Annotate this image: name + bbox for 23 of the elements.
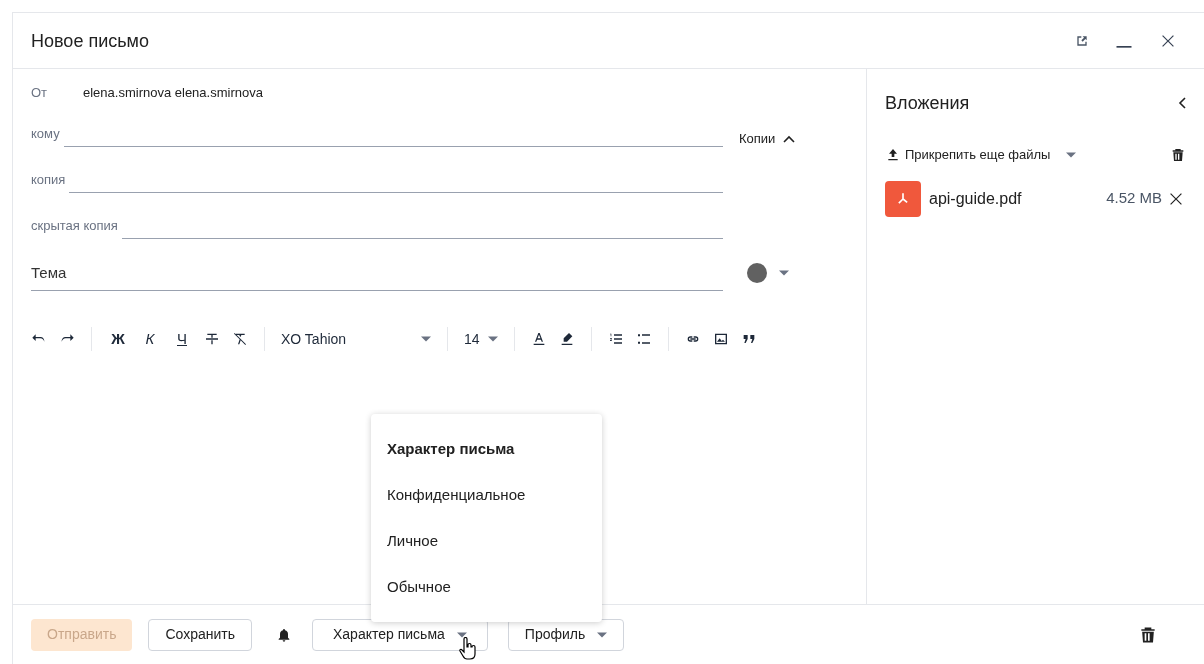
attach-files-button[interactable]: Прикрепить еще файлы: [885, 145, 1170, 165]
window-title: Новое письмо: [31, 29, 150, 53]
attachments-title: Вложения: [885, 92, 970, 115]
file-size: 4.52 MB: [1106, 188, 1162, 209]
profile-button[interactable]: Профиль: [507, 618, 625, 651]
recipient-label: кому: [31, 124, 60, 143]
menu-item[interactable]: Конфиденциальное: [371, 472, 602, 518]
size-select[interactable]: 14: [464, 328, 498, 350]
font-select[interactable]: XO Tahion: [281, 328, 431, 350]
menu-item[interactable]: Обычное: [371, 564, 602, 610]
from-label: От: [31, 84, 49, 103]
subject-field[interactable]: Тема: [31, 255, 723, 291]
italic-button[interactable]: К: [140, 327, 160, 351]
bold-button[interactable]: Ж: [108, 327, 128, 351]
recipient-label: копия: [31, 170, 66, 189]
copies-toggle[interactable]: Копии: [739, 129, 796, 149]
recipient-label: скрытая копия: [31, 216, 118, 235]
underline-button[interactable]: Ч: [172, 327, 192, 351]
menu-title: Характер письма: [386, 438, 516, 459]
save-button[interactable]: Сохранить: [148, 618, 252, 651]
file-name[interactable]: api-guide.pdf: [929, 186, 1107, 211]
from-value: elena.smirnova elena.smirnova: [83, 84, 263, 103]
menu-item[interactable]: Личное: [371, 518, 602, 564]
